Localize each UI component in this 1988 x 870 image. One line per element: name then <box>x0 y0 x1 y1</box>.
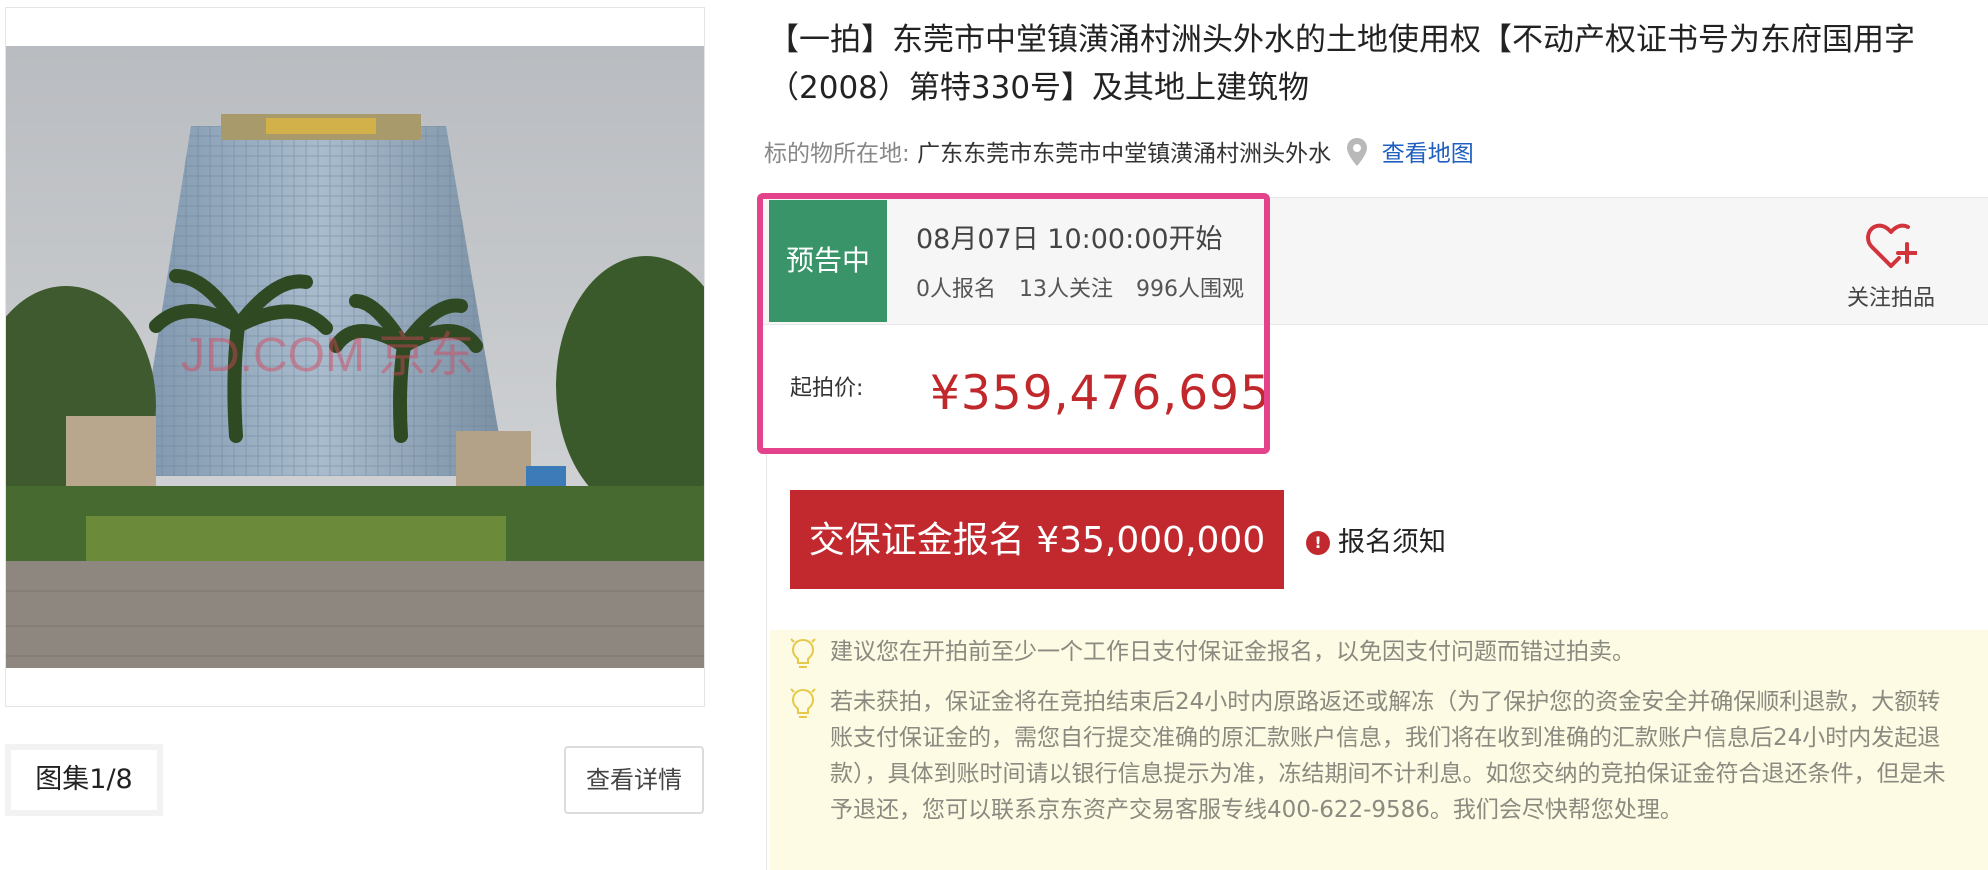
map-pin-icon <box>1347 138 1368 166</box>
registrations-count: 0人报名 <box>916 277 996 302</box>
starting-price-label: 起拍价: <box>790 376 864 401</box>
lot-photo-frame: JD.COM 京东 <box>5 7 705 707</box>
location-label: 标的物所在地: <box>764 141 910 167</box>
gallery-counter: 图集1/8 <box>5 744 163 816</box>
follow-lot-button[interactable]: 关注拍品 <box>1836 222 1946 312</box>
view-details-button[interactable]: 查看详情 <box>564 746 704 814</box>
lot-title: 【一拍】东莞市中堂镇潢涌村洲头外水的土地使用权【不动产权证书号为东府国用字（20… <box>768 22 1915 106</box>
followers-count: 13人关注 <box>1019 277 1113 302</box>
lot-photo[interactable]: JD.COM 京东 <box>6 46 704 668</box>
auction-start-time: 08月07日 10:00:00开始 <box>916 224 1223 255</box>
registration-notice-link[interactable]: ! 报名须知 <box>1306 520 1446 559</box>
photo-watermark: JD.COM 京东 <box>181 329 474 382</box>
registration-notice-label: 报名须知 <box>1338 527 1446 558</box>
tip-item: 若未获拍，保证金将在竞拍结束后24小时内原路返还或解冻（为了保护您的资金安全并确… <box>830 689 1946 823</box>
starting-price: 起拍价: ¥359,476,695 <box>790 366 1270 421</box>
lightbulb-icon <box>790 638 816 668</box>
lot-location: 标的物所在地: 广东东莞市东莞市中堂镇潢涌村洲头外水 查看地图 <box>764 137 1474 171</box>
viewers-count: 996人围观 <box>1136 277 1244 302</box>
auction-stats: 0人报名 13人关注 996人围观 <box>916 274 1260 306</box>
heart-plus-icon <box>1866 223 1917 268</box>
exclamation-icon: ! <box>1306 531 1330 555</box>
panel-divider <box>766 454 767 870</box>
hotel-photo-image: JD.COM 京东 <box>6 46 704 668</box>
location-value: 广东东莞市东莞市中堂镇潢涌村洲头外水 <box>917 141 1332 167</box>
view-map-link[interactable]: 查看地图 <box>1382 141 1474 167</box>
deposit-tips: 建议您在开拍前至少一个工作日支付保证金报名，以免因支付问题而错过拍卖。 若未获拍… <box>770 630 1988 870</box>
starting-price-value: ¥359,476,695 <box>930 366 1271 421</box>
follow-lot-label: 关注拍品 <box>1846 286 1935 311</box>
tip-item: 建议您在开拍前至少一个工作日支付保证金报名，以免因支付问题而错过拍卖。 <box>830 639 1635 665</box>
status-badge: 预告中 <box>769 200 887 322</box>
lightbulb-icon <box>790 688 816 718</box>
deposit-register-button[interactable]: 交保证金报名 ¥35,000,000 <box>790 490 1284 589</box>
